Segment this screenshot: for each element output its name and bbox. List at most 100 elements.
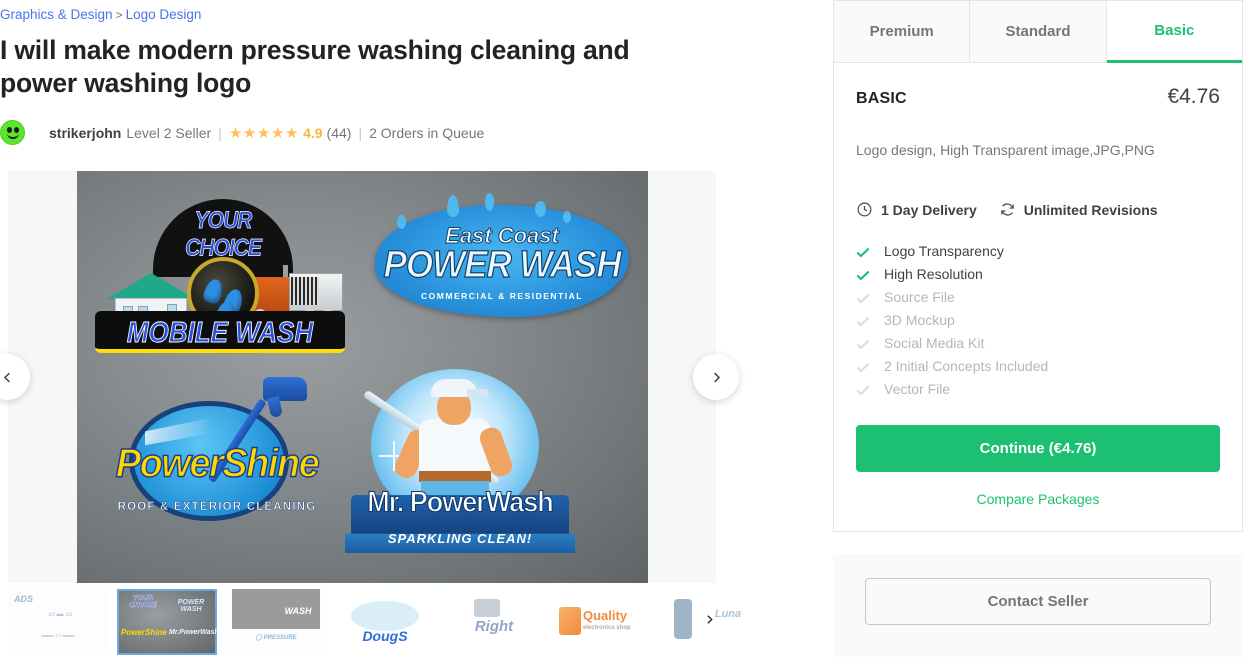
feature-label: Source File xyxy=(884,288,955,305)
breadcrumb: Graphics & Design > Logo Design xyxy=(0,7,201,22)
logo1-water-drop xyxy=(201,276,226,306)
seller-username[interactable]: strikerjohn xyxy=(49,125,121,141)
package-meta-row: 1 Day Delivery Unlimited Revisions xyxy=(856,201,1220,218)
thumb5-label: Right xyxy=(474,618,514,635)
thumb3-sketch: ◯ PRESSURE xyxy=(255,635,297,641)
avatar-smile xyxy=(7,132,19,139)
thumb7-art xyxy=(674,599,692,639)
thumbnail-item-4[interactable]: DougS xyxy=(335,589,435,655)
check-icon xyxy=(856,337,870,350)
feature-item: 2 Initial Concepts Included xyxy=(856,354,1220,377)
tab-premium[interactable]: Premium xyxy=(834,1,971,63)
rating-count: (44) xyxy=(326,124,352,141)
logo3-pressure-gun-icon xyxy=(263,377,307,401)
logo2-subtitle-text: COMMERCIAL & RESIDENTIAL xyxy=(421,291,583,301)
feature-item: Social Media Kit xyxy=(856,331,1220,354)
continue-button[interactable]: Continue (€4.76) xyxy=(856,425,1220,473)
feature-label: High Resolution xyxy=(884,265,983,282)
package-header: BASIC €4.76 xyxy=(856,85,1220,109)
thumb1-sketch: ▭ ▬ ▭ xyxy=(47,611,73,618)
revisions-count: Unlimited Revisions xyxy=(999,201,1158,218)
feature-item: 3D Mockup xyxy=(856,308,1220,331)
logo-powershine: PowerShine ROOF & EXTERIOR CLEANING xyxy=(87,377,347,548)
thumbnail-item-6[interactable]: Quality electronics shop xyxy=(553,589,653,655)
thumb2-logo4: Mr.PowerWash xyxy=(169,629,217,636)
package-card: Premium Standard Basic BASIC €4.76 Logo … xyxy=(833,0,1243,533)
package-sidebar: Premium Standard Basic BASIC €4.76 Logo … xyxy=(833,0,1243,658)
thumb2-logo3: PowerShine xyxy=(121,628,167,637)
logo4-subtitle-text: SPARKLING CLEAN! xyxy=(387,531,533,546)
thumb2-logo1: YOUR CHOICE xyxy=(129,595,157,610)
feature-label: 3D Mockup xyxy=(884,311,955,328)
thumbnail-item-3[interactable]: WASH ◯ PRESSURE xyxy=(226,589,326,655)
seller-level: Level 2 Seller xyxy=(126,124,212,141)
package-price: €4.76 xyxy=(1167,85,1220,108)
tab-standard[interactable]: Standard xyxy=(970,1,1107,63)
thumb2-logo2: POWER WASH xyxy=(177,599,205,614)
thumb6-art xyxy=(559,607,581,635)
rating-value: 4.9 xyxy=(303,124,323,141)
breadcrumb-item-subcategory[interactable]: Logo Design xyxy=(126,7,202,22)
chevron-right-icon xyxy=(713,372,720,382)
contact-seller-button[interactable]: Contact Seller xyxy=(865,578,1211,626)
seller-divider-1: | xyxy=(218,124,222,141)
refresh-icon xyxy=(1001,203,1014,216)
thumb5-art xyxy=(474,599,500,617)
thumb4-label: DougS xyxy=(362,628,408,644)
thumb1-sketch: ▬▬ ▭ ▬▬ xyxy=(41,633,75,639)
package-name: BASIC xyxy=(856,90,907,107)
check-icon xyxy=(856,291,870,304)
clock-icon xyxy=(857,202,872,217)
seller-divider-2: | xyxy=(358,124,363,141)
logo2-droplet xyxy=(563,211,571,223)
gig-page: Graphics & Design > Logo Design I will mak… xyxy=(0,0,1251,667)
chevron-left-icon xyxy=(3,372,10,382)
thumb3-label: WASH xyxy=(284,606,312,616)
feature-list: Logo Transparency High Resolution Source… xyxy=(856,239,1220,400)
thumbnail-item-2[interactable]: YOUR CHOICE POWER WASH PowerShine Mr.Pow… xyxy=(117,589,217,655)
thumbnail-item-1[interactable]: ADS ▭ ▬ ▭ ▬▬ ▭ ▬▬ xyxy=(8,589,108,655)
delivery-label: 1 Day Delivery xyxy=(881,201,977,218)
gallery-next-button[interactable] xyxy=(693,354,739,400)
logo1-arc-text: YOUR CHOICE xyxy=(185,207,262,262)
logo4-torso xyxy=(419,419,491,475)
gig-main-column: Graphics & Design > Logo Design I will mak… xyxy=(0,0,762,667)
logo3-main-text: PowerShine xyxy=(115,441,320,487)
thumb6-label: Quality xyxy=(583,608,628,623)
logo1-banner-text: MOBILE WASH xyxy=(126,315,314,349)
thumb4-art xyxy=(351,601,419,631)
logo-mr-powerwash: Mr. PowerWash SPARKLING CLEAN! xyxy=(345,363,575,563)
gig-gallery: YOUR CHOICE MOBILE WASH East Coast POWER… xyxy=(8,171,716,583)
logo3-subtitle-text: ROOF & EXTERIOR CLEANING xyxy=(117,501,317,513)
thumb1-label: ADS xyxy=(14,594,34,604)
package-description: Logo design, High Transparent image,JPG,… xyxy=(856,142,1155,158)
feature-item: High Resolution xyxy=(856,262,1220,285)
check-icon xyxy=(856,314,870,327)
feature-label: Social Media Kit xyxy=(884,334,985,351)
compare-packages-link[interactable]: Compare Packages xyxy=(856,491,1220,507)
logo2-droplet xyxy=(447,195,459,217)
logo4-cap-icon xyxy=(431,379,489,397)
check-icon xyxy=(856,383,870,396)
check-icon xyxy=(856,360,870,373)
gallery-slide-image[interactable]: YOUR CHOICE MOBILE WASH East Coast POWER… xyxy=(77,171,648,583)
logo-east-coast-power-wash: East Coast POWER WASH COMMERCIAL & RESID… xyxy=(367,193,637,343)
breadcrumb-item-category[interactable]: Graphics & Design xyxy=(0,7,113,22)
thumbnail-item-5[interactable]: Right xyxy=(444,589,544,655)
logo4-main-text: Mr. PowerWash xyxy=(367,486,555,519)
thumbnails-next-button[interactable] xyxy=(698,608,720,630)
logo1-truck-grill xyxy=(291,277,319,305)
feature-item: Logo Transparency xyxy=(856,239,1220,262)
chevron-right-icon xyxy=(706,614,713,624)
package-body: BASIC €4.76 Logo design, High Transparen… xyxy=(834,63,1242,531)
logo1-house-roof xyxy=(107,273,195,299)
tab-basic[interactable]: Basic xyxy=(1106,1,1242,63)
thumbnail-strip: ADS ▭ ▬ ▭ ▬▬ ▭ ▬▬ YOUR CHOICE POWER WASH… xyxy=(8,589,762,659)
rating-stars: ★★★★★ xyxy=(228,124,300,142)
orders-in-queue: 2 Orders in Queue xyxy=(369,124,485,141)
check-icon xyxy=(856,268,870,281)
feature-label: Logo Transparency xyxy=(884,242,1004,259)
avatar[interactable] xyxy=(0,120,25,145)
logo2-droplet xyxy=(535,201,546,217)
revisions-label: Unlimited Revisions xyxy=(1023,201,1158,218)
